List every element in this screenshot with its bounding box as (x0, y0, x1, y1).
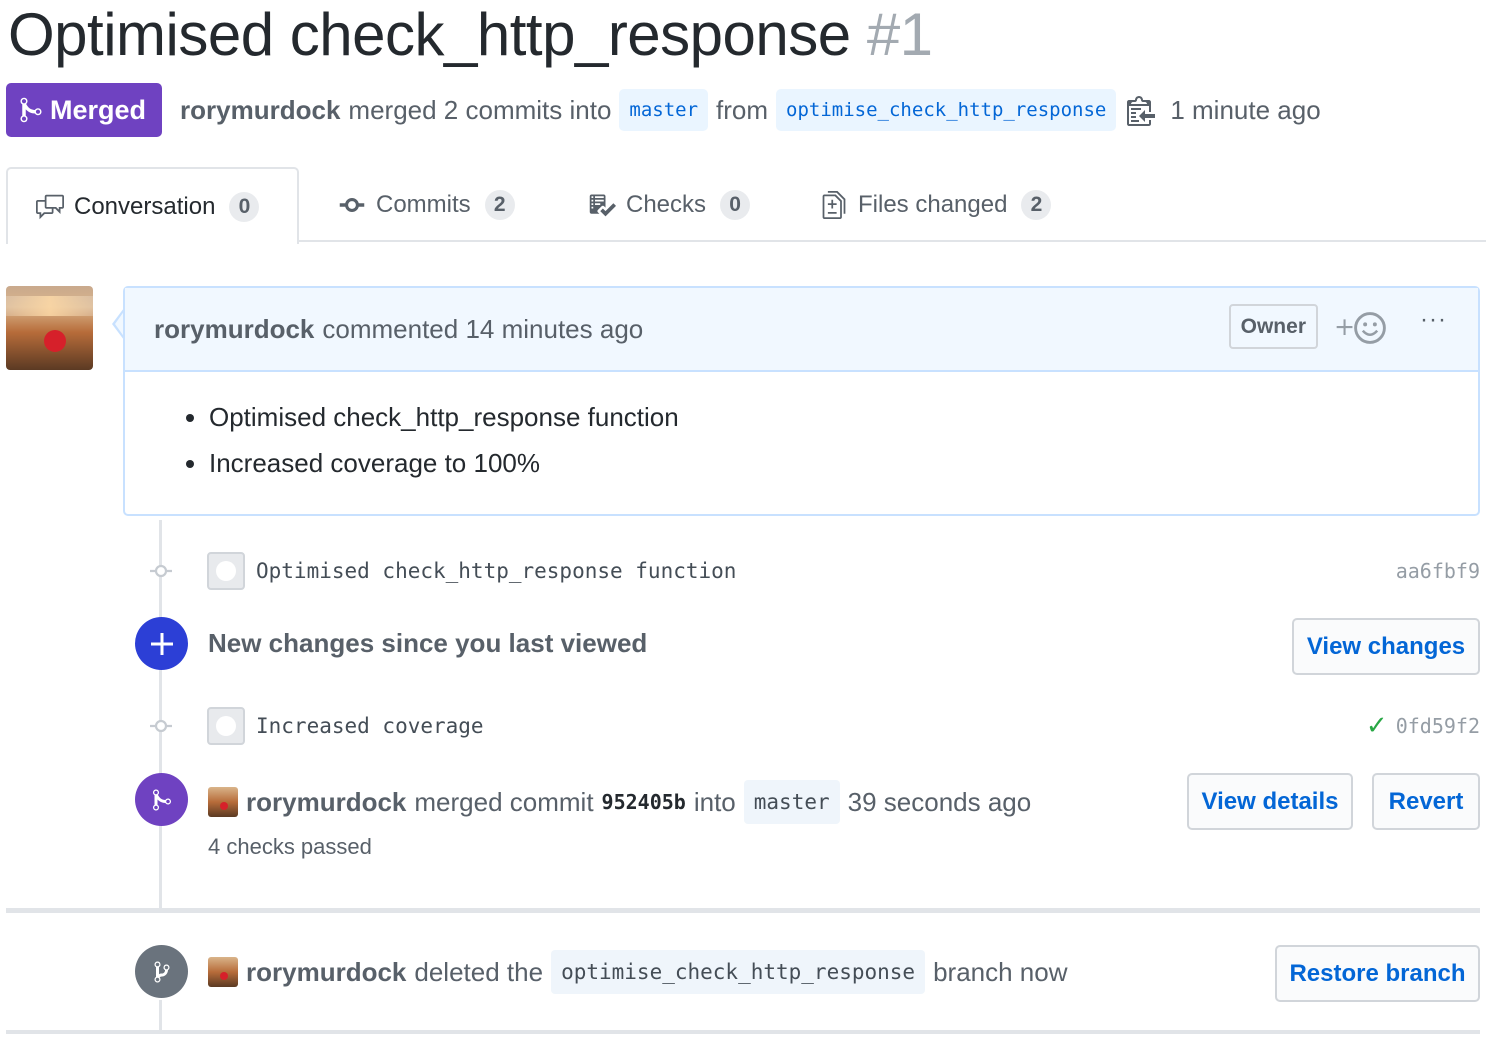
avatar-sky (6, 296, 93, 316)
pr-tabs: Conversation 0 Commits 2 Checks 0 Files … (6, 167, 1486, 244)
merge-author-link[interactable]: rorymurdock (246, 787, 406, 818)
view-details-button[interactable]: View details (1187, 773, 1353, 830)
tab-checks[interactable]: Checks 0 (586, 167, 751, 242)
new-changes-badge (135, 617, 188, 670)
smiley-icon[interactable]: + (1334, 310, 1388, 346)
avatar-flower (44, 330, 66, 352)
merge-event-text: rorymurdock merged commit 952405b into m… (208, 780, 1032, 824)
check-icon: ✓ (1365, 711, 1388, 741)
git-commit-icon (339, 197, 365, 212)
file-diff-icon (822, 190, 846, 219)
list-item: Optimised check_http_response function (209, 402, 1478, 448)
tab-commits[interactable]: Commits 2 (336, 167, 515, 242)
restore-branch-button[interactable]: Restore branch (1275, 945, 1480, 1002)
plus-icon (150, 632, 173, 655)
tab-counter: 2 (484, 189, 515, 220)
commit-sha-link[interactable]: aa6fbf9 (1388, 559, 1480, 583)
tab-label: Checks (626, 190, 707, 218)
timeline-line (159, 1000, 162, 1030)
tab-files-changed[interactable]: Files changed 2 (818, 167, 1052, 242)
comment-header: rorymurdock commented 14 minutes ago Own… (125, 288, 1478, 372)
tab-label: Files changed (858, 190, 1008, 218)
comment-box: rorymurdock commented 14 minutes ago Own… (123, 286, 1480, 516)
comment-action-text: commented 14 minutes ago (322, 313, 644, 344)
commit-row: Increased coverage ✓ 0fd59f2 (140, 706, 1480, 746)
merge-text-1: merged commit (414, 786, 594, 817)
merge-commit-sha-link[interactable]: 952405b (602, 790, 686, 814)
author-avatar[interactable] (6, 286, 93, 370)
commit-author-avatar[interactable] (207, 552, 245, 590)
checks-status-link[interactable]: 4 checks passed (208, 834, 372, 860)
commit-author-avatar[interactable] (207, 707, 245, 745)
head-branch-ref[interactable]: optimise_check_http_response (776, 89, 1117, 131)
delete-event-text: rorymurdock deleted the optimise_check_h… (208, 950, 1068, 994)
pr-author-link[interactable]: rorymurdock (180, 95, 340, 126)
commit-sha[interactable]: 0fd59f2 (1396, 714, 1480, 738)
commit-message-link[interactable]: Increased coverage (256, 714, 484, 738)
comment-list: Optimised check_http_response function I… (177, 402, 1478, 494)
tab-counter: 0 (720, 189, 751, 220)
delete-event-badge (135, 945, 188, 998)
owner-badge: Owner (1228, 304, 1318, 349)
merged-state-badge: Merged (6, 83, 163, 137)
state-label: Merged (50, 94, 147, 125)
comment-body: Optimised check_http_response function I… (125, 372, 1478, 494)
avatar[interactable] (208, 787, 238, 817)
merge-time: 39 seconds ago (847, 786, 1032, 817)
pr-title: Optimised check_http_response #1 (8, 0, 933, 69)
avatar[interactable] (208, 957, 238, 987)
kebab-horizontal-icon[interactable]: ··· (1420, 308, 1450, 340)
merge-branch-ref[interactable]: master (743, 780, 840, 824)
checklist-icon (589, 194, 616, 216)
pr-meta: Merged rorymurdock merged 2 commits into… (6, 83, 1321, 137)
git-commit-icon (150, 564, 172, 578)
timeline-divider (6, 908, 1480, 913)
delete-text-1: deleted the (414, 956, 544, 987)
git-merge-icon (152, 788, 171, 810)
list-item: Increased coverage to 100% (209, 448, 1478, 494)
tab-label: Conversation (74, 192, 216, 220)
tab-label: Commits (376, 190, 471, 218)
delete-text-2: branch now (933, 956, 1068, 987)
comment-discussion-icon (36, 194, 64, 219)
revert-button[interactable]: Revert (1372, 773, 1480, 830)
from-text: from (716, 94, 769, 125)
git-commit-icon (150, 719, 172, 733)
svg-text:+: + (1334, 312, 1355, 341)
pr-title-text: Optimised check_http_response (8, 1, 851, 68)
commit-message-link[interactable]: Optimised check_http_response function (256, 559, 736, 583)
deleted-branch-ref: optimise_check_http_response (551, 950, 926, 994)
timeline-divider (6, 1030, 1480, 1034)
tab-counter: 2 (1021, 189, 1052, 220)
merge-event-badge (135, 773, 188, 826)
merge-text-2: into (693, 786, 736, 817)
pr-number: #1 (866, 1, 933, 68)
tab-conversation[interactable]: Conversation 0 (6, 167, 299, 244)
clippy-icon[interactable] (1126, 94, 1156, 126)
commit-row: Optimised check_http_response function a… (140, 551, 1480, 591)
commit-sha[interactable]: aa6fbf9 (1396, 559, 1480, 583)
commit-sha-link[interactable]: ✓ 0fd59f2 (1366, 711, 1480, 741)
pr-summary-text: merged 2 commits into (348, 94, 612, 125)
comment-author-link[interactable]: rorymurdock (154, 314, 314, 345)
new-changes-text: New changes since you last viewed (208, 628, 648, 658)
tab-counter: 0 (229, 191, 260, 222)
pr-time: 1 minute ago (1170, 94, 1321, 125)
view-changes-button[interactable]: View changes (1292, 618, 1480, 675)
base-branch-ref[interactable]: master (619, 89, 709, 131)
git-merge-icon (20, 97, 42, 123)
git-branch-icon (154, 961, 169, 982)
delete-author-link[interactable]: rorymurdock (246, 957, 406, 988)
